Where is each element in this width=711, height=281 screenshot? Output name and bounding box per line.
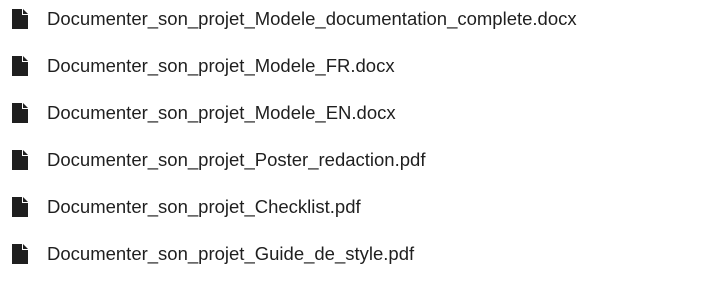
list-item: Documenter_son_projet_Modele_FR.docx <box>12 53 395 79</box>
list-item: Documenter_son_projet_Poster_redaction.p… <box>12 147 425 173</box>
file-link[interactable]: Documenter_son_projet_Guide_de_style.pdf <box>47 241 414 267</box>
file-icon <box>12 56 28 76</box>
file-icon <box>12 9 28 29</box>
file-link[interactable]: Documenter_son_projet_Poster_redaction.p… <box>47 147 425 173</box>
file-link[interactable]: Documenter_son_projet_Modele_documentati… <box>47 6 577 32</box>
file-icon <box>12 103 28 123</box>
file-link[interactable]: Documenter_son_projet_Modele_FR.docx <box>47 53 395 79</box>
file-icon <box>12 244 28 264</box>
file-link[interactable]: Documenter_son_projet_Checklist.pdf <box>47 194 361 220</box>
file-list: Documenter_son_projet_Modele_documentati… <box>0 0 711 281</box>
list-item: Documenter_son_projet_Modele_documentati… <box>12 6 577 32</box>
file-icon <box>12 150 28 170</box>
list-item: Documenter_son_projet_Guide_de_style.pdf <box>12 241 414 267</box>
list-item: Documenter_son_projet_Checklist.pdf <box>12 194 361 220</box>
list-item: Documenter_son_projet_Modele_EN.docx <box>12 100 396 126</box>
file-link[interactable]: Documenter_son_projet_Modele_EN.docx <box>47 100 396 126</box>
file-icon <box>12 197 28 217</box>
